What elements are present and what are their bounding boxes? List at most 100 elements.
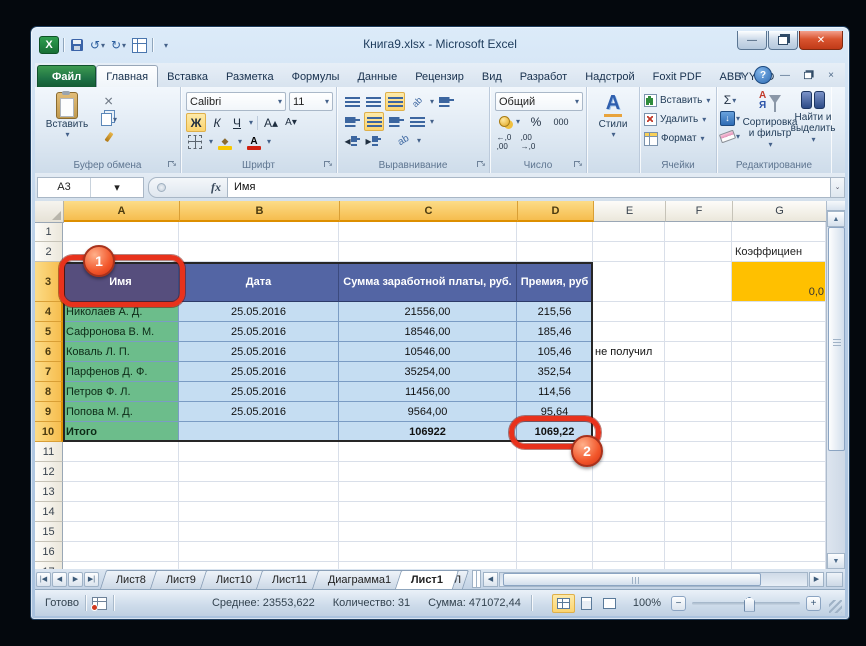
- cell-g1[interactable]: [732, 222, 826, 242]
- select-all-corner[interactable]: [35, 201, 64, 223]
- cell-c9[interactable]: 9564,00: [339, 402, 517, 422]
- cell-e5[interactable]: [593, 322, 665, 342]
- cell-a3-selected[interactable]: Имя: [63, 262, 179, 302]
- cell-c17[interactable]: [339, 562, 517, 569]
- number-format-select[interactable]: Общий▾: [495, 92, 583, 111]
- decrease-decimal-button[interactable]: ,00→,0: [519, 133, 537, 150]
- cell-d15[interactable]: [517, 522, 593, 542]
- autosum-button[interactable]: Σ▾: [720, 91, 740, 109]
- cell-f15[interactable]: [665, 522, 732, 542]
- cell-d16[interactable]: [517, 542, 593, 562]
- cell-d4[interactable]: 215,56: [517, 302, 593, 322]
- cell-b10[interactable]: [179, 422, 339, 442]
- row-header-12[interactable]: 12: [35, 462, 63, 482]
- decrease-font-button[interactable]: A▾: [282, 114, 300, 131]
- cell-d11[interactable]: [517, 442, 593, 462]
- cell-a7[interactable]: Парфенов Д. Ф.: [63, 362, 179, 382]
- column-header-f[interactable]: F: [666, 201, 733, 222]
- cell-d7[interactable]: 352,54: [517, 362, 593, 382]
- cell-b3[interactable]: Дата: [179, 262, 339, 302]
- cell-c15[interactable]: [339, 522, 517, 542]
- italic-button[interactable]: К: [208, 114, 226, 131]
- scroll-down-icon[interactable]: ▼: [827, 553, 845, 569]
- cell-f11[interactable]: [665, 442, 732, 462]
- last-sheet-icon[interactable]: ▶|: [84, 572, 99, 587]
- cell-c13[interactable]: [339, 482, 517, 502]
- font-dialog-launcher[interactable]: ↘: [323, 160, 333, 170]
- page-layout-view-button[interactable]: [575, 594, 598, 613]
- cell-f1[interactable]: [665, 222, 732, 242]
- cell-f14[interactable]: [665, 502, 732, 522]
- format-painter-button[interactable]: [99, 128, 119, 146]
- cell-c1[interactable]: [339, 222, 517, 242]
- cell-a10[interactable]: Итого: [63, 422, 179, 442]
- cell-b4[interactable]: 25.05.2016: [179, 302, 339, 322]
- cell-e15[interactable]: [593, 522, 665, 542]
- tab-developer[interactable]: Разработ: [511, 66, 576, 87]
- row-header-16[interactable]: 16: [35, 542, 63, 562]
- cell-c11[interactable]: [339, 442, 517, 462]
- tab-file[interactable]: Файл: [37, 65, 96, 87]
- cell-f6[interactable]: [665, 342, 732, 362]
- expand-formula-bar-icon[interactable]: ⌄: [831, 177, 845, 198]
- align-middle-button[interactable]: [364, 93, 382, 110]
- cell-e2[interactable]: [593, 242, 665, 262]
- tab-home[interactable]: Главная: [96, 65, 158, 87]
- copy-button[interactable]: ▾: [99, 110, 119, 128]
- cell-g5[interactable]: [732, 322, 826, 342]
- cell-g4[interactable]: [732, 302, 826, 322]
- cell-e8[interactable]: [593, 382, 665, 402]
- cell-d5[interactable]: 185,46: [517, 322, 593, 342]
- cell-e7[interactable]: [593, 362, 665, 382]
- cell-c16[interactable]: [339, 542, 517, 562]
- delete-cells-button[interactable]: Удалить▾: [644, 110, 710, 129]
- row-header-2[interactable]: 2: [35, 242, 63, 262]
- cell-d9[interactable]: 95,64: [517, 402, 593, 422]
- tab-splitter[interactable]: [472, 570, 481, 588]
- next-sheet-icon[interactable]: ▶: [68, 572, 83, 587]
- cell-e3[interactable]: [593, 262, 665, 302]
- orientation-button[interactable]: ab: [408, 93, 426, 110]
- cell-a13[interactable]: [63, 482, 179, 502]
- row-header-15[interactable]: 15: [35, 522, 63, 542]
- horizontal-scroll-thumb[interactable]: [503, 573, 761, 586]
- increase-indent-button[interactable]: ▸: [364, 132, 382, 149]
- workbook-minimize-icon[interactable]: —: [775, 66, 795, 84]
- clear-button[interactable]: ▾: [720, 127, 740, 145]
- cell-g8[interactable]: [732, 382, 826, 402]
- column-header-a[interactable]: A: [64, 201, 180, 222]
- cell-a5[interactable]: Сафронова В. М.: [63, 322, 179, 342]
- cell-e17[interactable]: [593, 562, 665, 569]
- zoom-slider[interactable]: [692, 602, 800, 605]
- column-header-g[interactable]: G: [733, 201, 827, 222]
- tab-addins[interactable]: Надстрой: [576, 66, 643, 87]
- cell-d13[interactable]: [517, 482, 593, 502]
- cell-f7[interactable]: [665, 362, 732, 382]
- cell-c7[interactable]: 35254,00: [339, 362, 517, 382]
- cell-d10[interactable]: 1069,22: [517, 422, 593, 442]
- column-header-e[interactable]: E: [594, 201, 666, 222]
- cell-e9[interactable]: [593, 402, 665, 422]
- name-box[interactable]: A3 ▾: [37, 177, 144, 198]
- cell-d8[interactable]: 114,56: [517, 382, 593, 402]
- cell-b14[interactable]: [179, 502, 339, 522]
- cell-c6[interactable]: 10546,00: [339, 342, 517, 362]
- column-header-c[interactable]: C: [340, 201, 518, 222]
- cell-e12[interactable]: [593, 462, 665, 482]
- zoom-out-button[interactable]: −: [671, 596, 686, 611]
- cell-e4[interactable]: [593, 302, 665, 322]
- cell-e11[interactable]: [593, 442, 665, 462]
- cell-g13[interactable]: [732, 482, 826, 502]
- normal-view-button[interactable]: [552, 594, 575, 613]
- cell-g12[interactable]: [732, 462, 826, 482]
- cell-f9[interactable]: [665, 402, 732, 422]
- cell-g7[interactable]: [732, 362, 826, 382]
- increase-decimal-button[interactable]: ←,0,00: [495, 133, 513, 150]
- align-right-button[interactable]: [387, 113, 405, 130]
- vertical-scroll-thumb[interactable]: [828, 227, 845, 451]
- cell-a15[interactable]: [63, 522, 179, 542]
- cell-b15[interactable]: [179, 522, 339, 542]
- row-header-9[interactable]: 9: [35, 402, 63, 422]
- percent-button[interactable]: %: [527, 113, 545, 130]
- row-header-6[interactable]: 6: [35, 342, 63, 362]
